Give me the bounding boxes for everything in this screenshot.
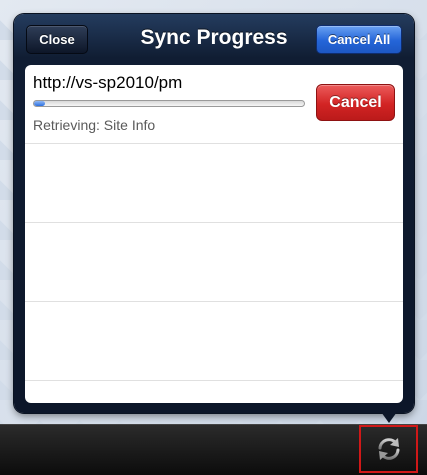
close-button[interactable]: Close bbox=[26, 25, 88, 54]
sync-status: Retrieving: Site Info bbox=[33, 117, 156, 133]
cancel-all-button[interactable]: Cancel All bbox=[316, 25, 402, 54]
sync-button[interactable] bbox=[359, 425, 418, 473]
list-item: http://vs-sp2010/pm Retrieving: Site Inf… bbox=[25, 65, 403, 144]
sync-progress-popover: Sync Progress Close Cancel All http://vs… bbox=[14, 14, 414, 413]
progress-bar-fill bbox=[34, 101, 45, 106]
progress-bar bbox=[33, 100, 305, 107]
popover-arrow bbox=[376, 405, 402, 423]
sync-url: http://vs-sp2010/pm bbox=[33, 73, 183, 92]
sync-list: http://vs-sp2010/pm Retrieving: Site Inf… bbox=[25, 65, 403, 403]
cancel-button[interactable]: Cancel bbox=[316, 84, 395, 121]
list-item-empty bbox=[25, 223, 403, 302]
list-item-empty bbox=[25, 302, 403, 381]
list-item-empty bbox=[25, 144, 403, 223]
sync-arrows-icon bbox=[378, 438, 399, 460]
